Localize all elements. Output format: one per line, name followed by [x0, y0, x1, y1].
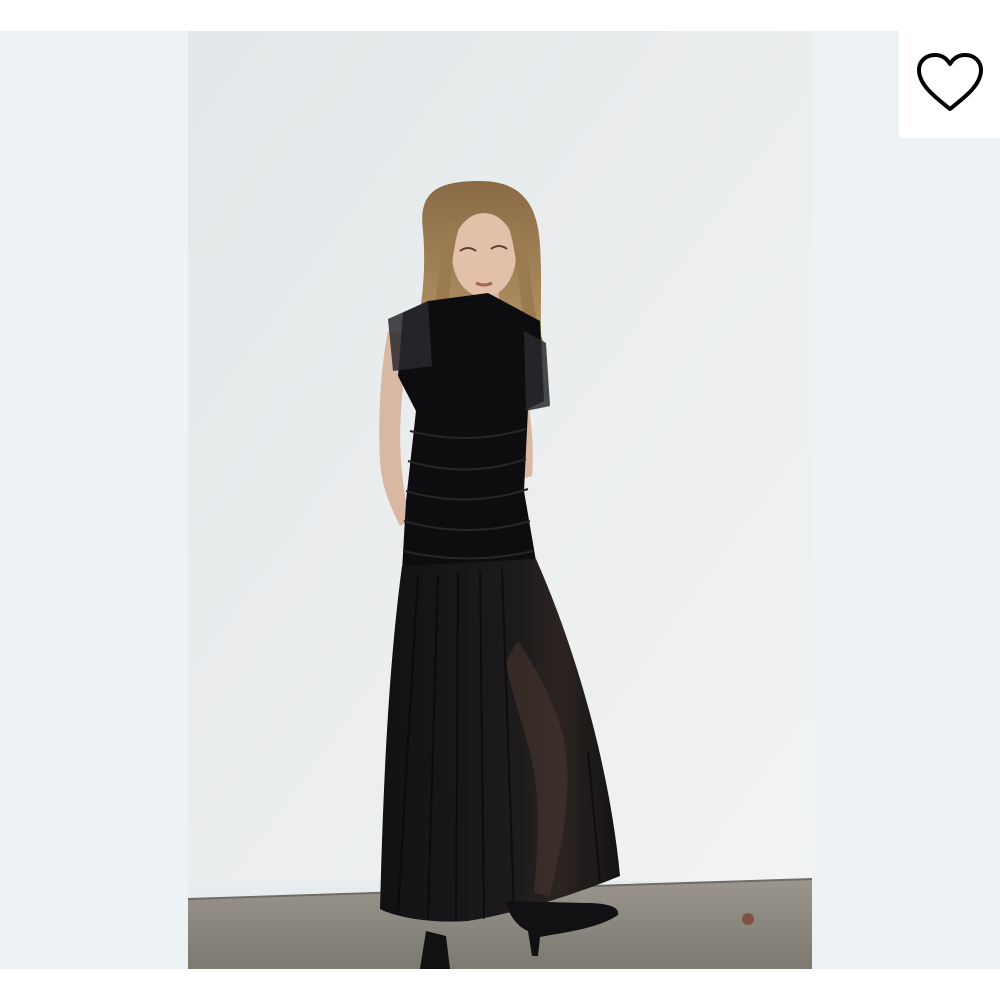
product-gallery [0, 0, 1000, 1000]
photo-illustration [188, 31, 812, 969]
heart-outline-icon [915, 51, 985, 118]
favorite-button[interactable] [899, 31, 1000, 138]
product-photo[interactable] [188, 31, 812, 969]
